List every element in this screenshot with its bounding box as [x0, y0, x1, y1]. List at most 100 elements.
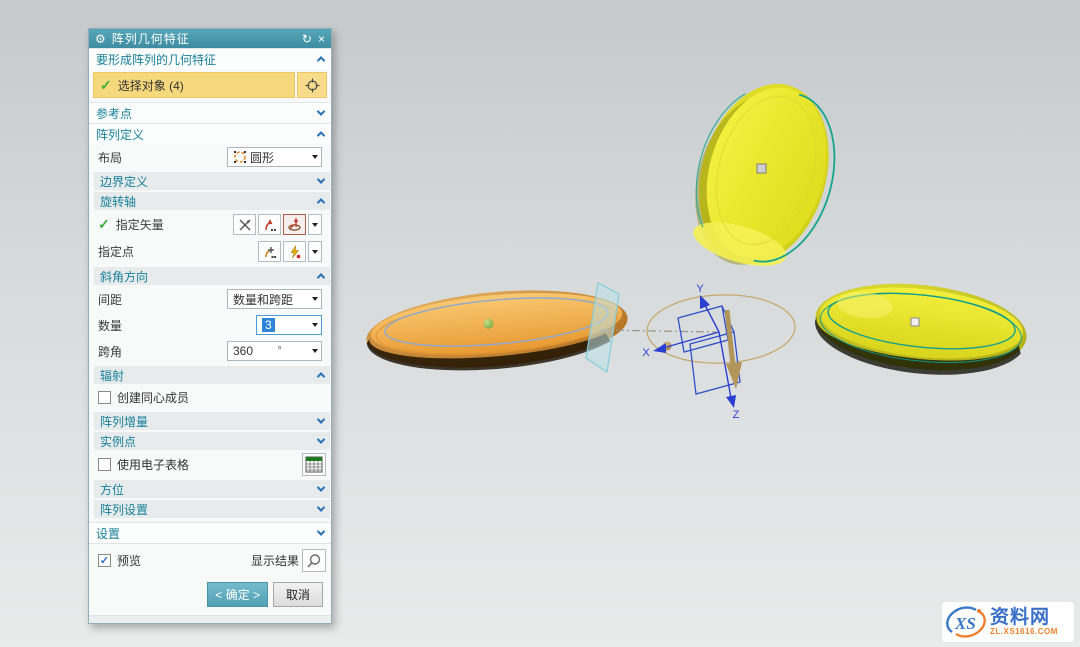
spreadsheet-icon [305, 456, 323, 473]
section-settings[interactable]: 设置 [89, 522, 331, 543]
select-object-label: 选择对象 (4) [118, 77, 184, 94]
close-icon[interactable]: × [318, 33, 325, 45]
check-icon: ✓ [100, 77, 112, 94]
crosshair-icon [305, 78, 320, 93]
boundary-definition-label: 边界定义 [100, 173, 148, 190]
use-spreadsheet-checkbox[interactable] [98, 458, 111, 471]
chevron-up-icon [317, 198, 325, 206]
section-pattern-definition[interactable]: 阵列定义 [89, 123, 331, 144]
use-spreadsheet-row: 使用电子表格 [89, 451, 331, 478]
radiate-label: 辐射 [100, 367, 124, 384]
vector-dialog-button[interactable] [233, 214, 256, 235]
section-rotation-axis[interactable]: 旋转轴 [94, 192, 330, 210]
chevron-down-icon [317, 415, 325, 423]
pattern-increment-label: 阵列增量 [100, 413, 148, 430]
axis-vector-icon [287, 217, 302, 232]
disc-yellow-right-center-point[interactable] [911, 318, 919, 326]
gear-icon: ⚙ [95, 33, 106, 45]
dialog-title: 阵列几何特征 [112, 30, 296, 47]
section-boundary-definition[interactable]: 边界定义 [94, 172, 330, 190]
point-options-dropdown[interactable] [308, 241, 322, 262]
count-input[interactable]: 3 [256, 315, 322, 335]
disc-yellow-top-center-point[interactable] [757, 164, 766, 173]
pattern-definition-label: 阵列定义 [96, 126, 144, 143]
disc-yellow-right[interactable] [811, 274, 1031, 384]
watermark-logo: XS [946, 606, 986, 638]
circular-layout-icon [233, 150, 247, 164]
specify-vector-row: ✓ 指定矢量 [89, 211, 331, 238]
preview-row: ✓ 预览 显示结果 [89, 543, 331, 576]
spreadsheet-button[interactable] [302, 453, 326, 476]
section-angular-direction[interactable]: 斜角方向 [94, 267, 330, 285]
pattern-settings-label: 阵列设置 [100, 501, 148, 518]
preview-checkbox[interactable]: ✓ [98, 554, 111, 567]
concentric-members-checkbox[interactable] [98, 391, 111, 404]
pattern-circle[interactable] [646, 292, 796, 365]
angular-direction-label: 斜角方向 [100, 268, 148, 285]
chevron-up-icon [317, 131, 325, 139]
span-angle-input[interactable]: 360 ° [227, 341, 322, 361]
axis-x-label: X [642, 347, 650, 359]
section-pattern-increment[interactable]: 阵列增量 [94, 412, 330, 430]
layout-label: 布局 [98, 149, 122, 166]
chevron-down-icon [317, 527, 325, 535]
chevron-down-icon [317, 503, 325, 511]
section-orientation[interactable]: 方位 [94, 480, 330, 498]
axis-vector-button[interactable] [283, 214, 306, 235]
select-object-field[interactable]: ✓ 选择对象 (4) [93, 72, 295, 98]
degree-unit: ° [277, 345, 281, 357]
concentric-members-row: 创建同心成员 [89, 385, 331, 410]
disc-yellow-top[interactable] [675, 68, 855, 284]
specify-point-label: 指定点 [98, 243, 134, 260]
point-dialog-icon [263, 245, 277, 259]
axis-x-arrowhead [653, 343, 666, 353]
point-dialog-button[interactable] [258, 241, 281, 262]
inferred-vector-button[interactable] [258, 214, 281, 235]
count-row: 数量 3 [89, 312, 331, 338]
watermark-name: 资料网 [990, 608, 1058, 627]
settings-label: 设置 [96, 525, 120, 542]
layout-value: 圆形 [250, 149, 274, 166]
cancel-button[interactable]: 取消 [273, 582, 323, 607]
point-constructor-button[interactable] [297, 72, 327, 98]
show-result-label: 显示结果 [251, 552, 299, 569]
concentric-members-label: 创建同心成员 [117, 389, 189, 406]
count-label: 数量 [98, 317, 122, 334]
section-reference-point[interactable]: 参考点 [89, 102, 331, 123]
dialog-titlebar[interactable]: ⚙ 阵列几何特征 ↻ × [89, 29, 331, 48]
use-spreadsheet-label: 使用电子表格 [117, 456, 189, 473]
spacing-value: 数量和跨距 [233, 291, 293, 308]
chevron-down-icon [317, 483, 325, 491]
section-pattern-settings[interactable]: 阵列设置 [94, 500, 330, 518]
section-radiate[interactable]: 辐射 [94, 366, 330, 384]
watermark-badge: XS 资料网 ZL.XS1616.COM [942, 602, 1074, 642]
section-instance-points[interactable]: 实例点 [94, 432, 330, 450]
dropdown-caret-icon [312, 223, 318, 227]
spacing-row: 间距 数量和跨距 [89, 286, 331, 312]
svg-text:XS: XS [954, 614, 976, 633]
layout-select[interactable]: 圆形 [227, 147, 322, 167]
axis-z-arrowhead [726, 395, 736, 408]
instance-points-label: 实例点 [100, 433, 136, 450]
watermark-url: ZL.XS1616.COM [990, 628, 1058, 636]
specify-point-row: 指定点 [89, 238, 331, 265]
orientation-label: 方位 [100, 481, 124, 498]
span-angle-label: 跨角 [98, 343, 122, 360]
dropdown-caret-icon [312, 349, 318, 353]
dropdown-caret-icon [312, 250, 318, 254]
axis-z-label: Z [733, 409, 740, 421]
preview-label: 预览 [117, 552, 141, 569]
rotation-axis-label: 旋转轴 [100, 193, 136, 210]
reference-point-label: 参考点 [96, 105, 132, 122]
inferred-point-button[interactable] [283, 241, 306, 262]
count-value: 3 [262, 318, 275, 332]
ok-button[interactable]: < 确定 > [207, 582, 268, 607]
dropdown-caret-icon [312, 155, 318, 159]
layout-row: 布局 圆形 [89, 144, 331, 170]
show-result-button[interactable] [302, 549, 326, 572]
dropdown-caret-icon [312, 323, 318, 327]
section-geometry-to-pattern[interactable]: 要形成阵列的几何特征 [89, 48, 331, 69]
spacing-select[interactable]: 数量和跨距 [227, 289, 322, 309]
vector-options-dropdown[interactable] [308, 214, 322, 235]
reset-icon[interactable]: ↻ [302, 33, 312, 45]
